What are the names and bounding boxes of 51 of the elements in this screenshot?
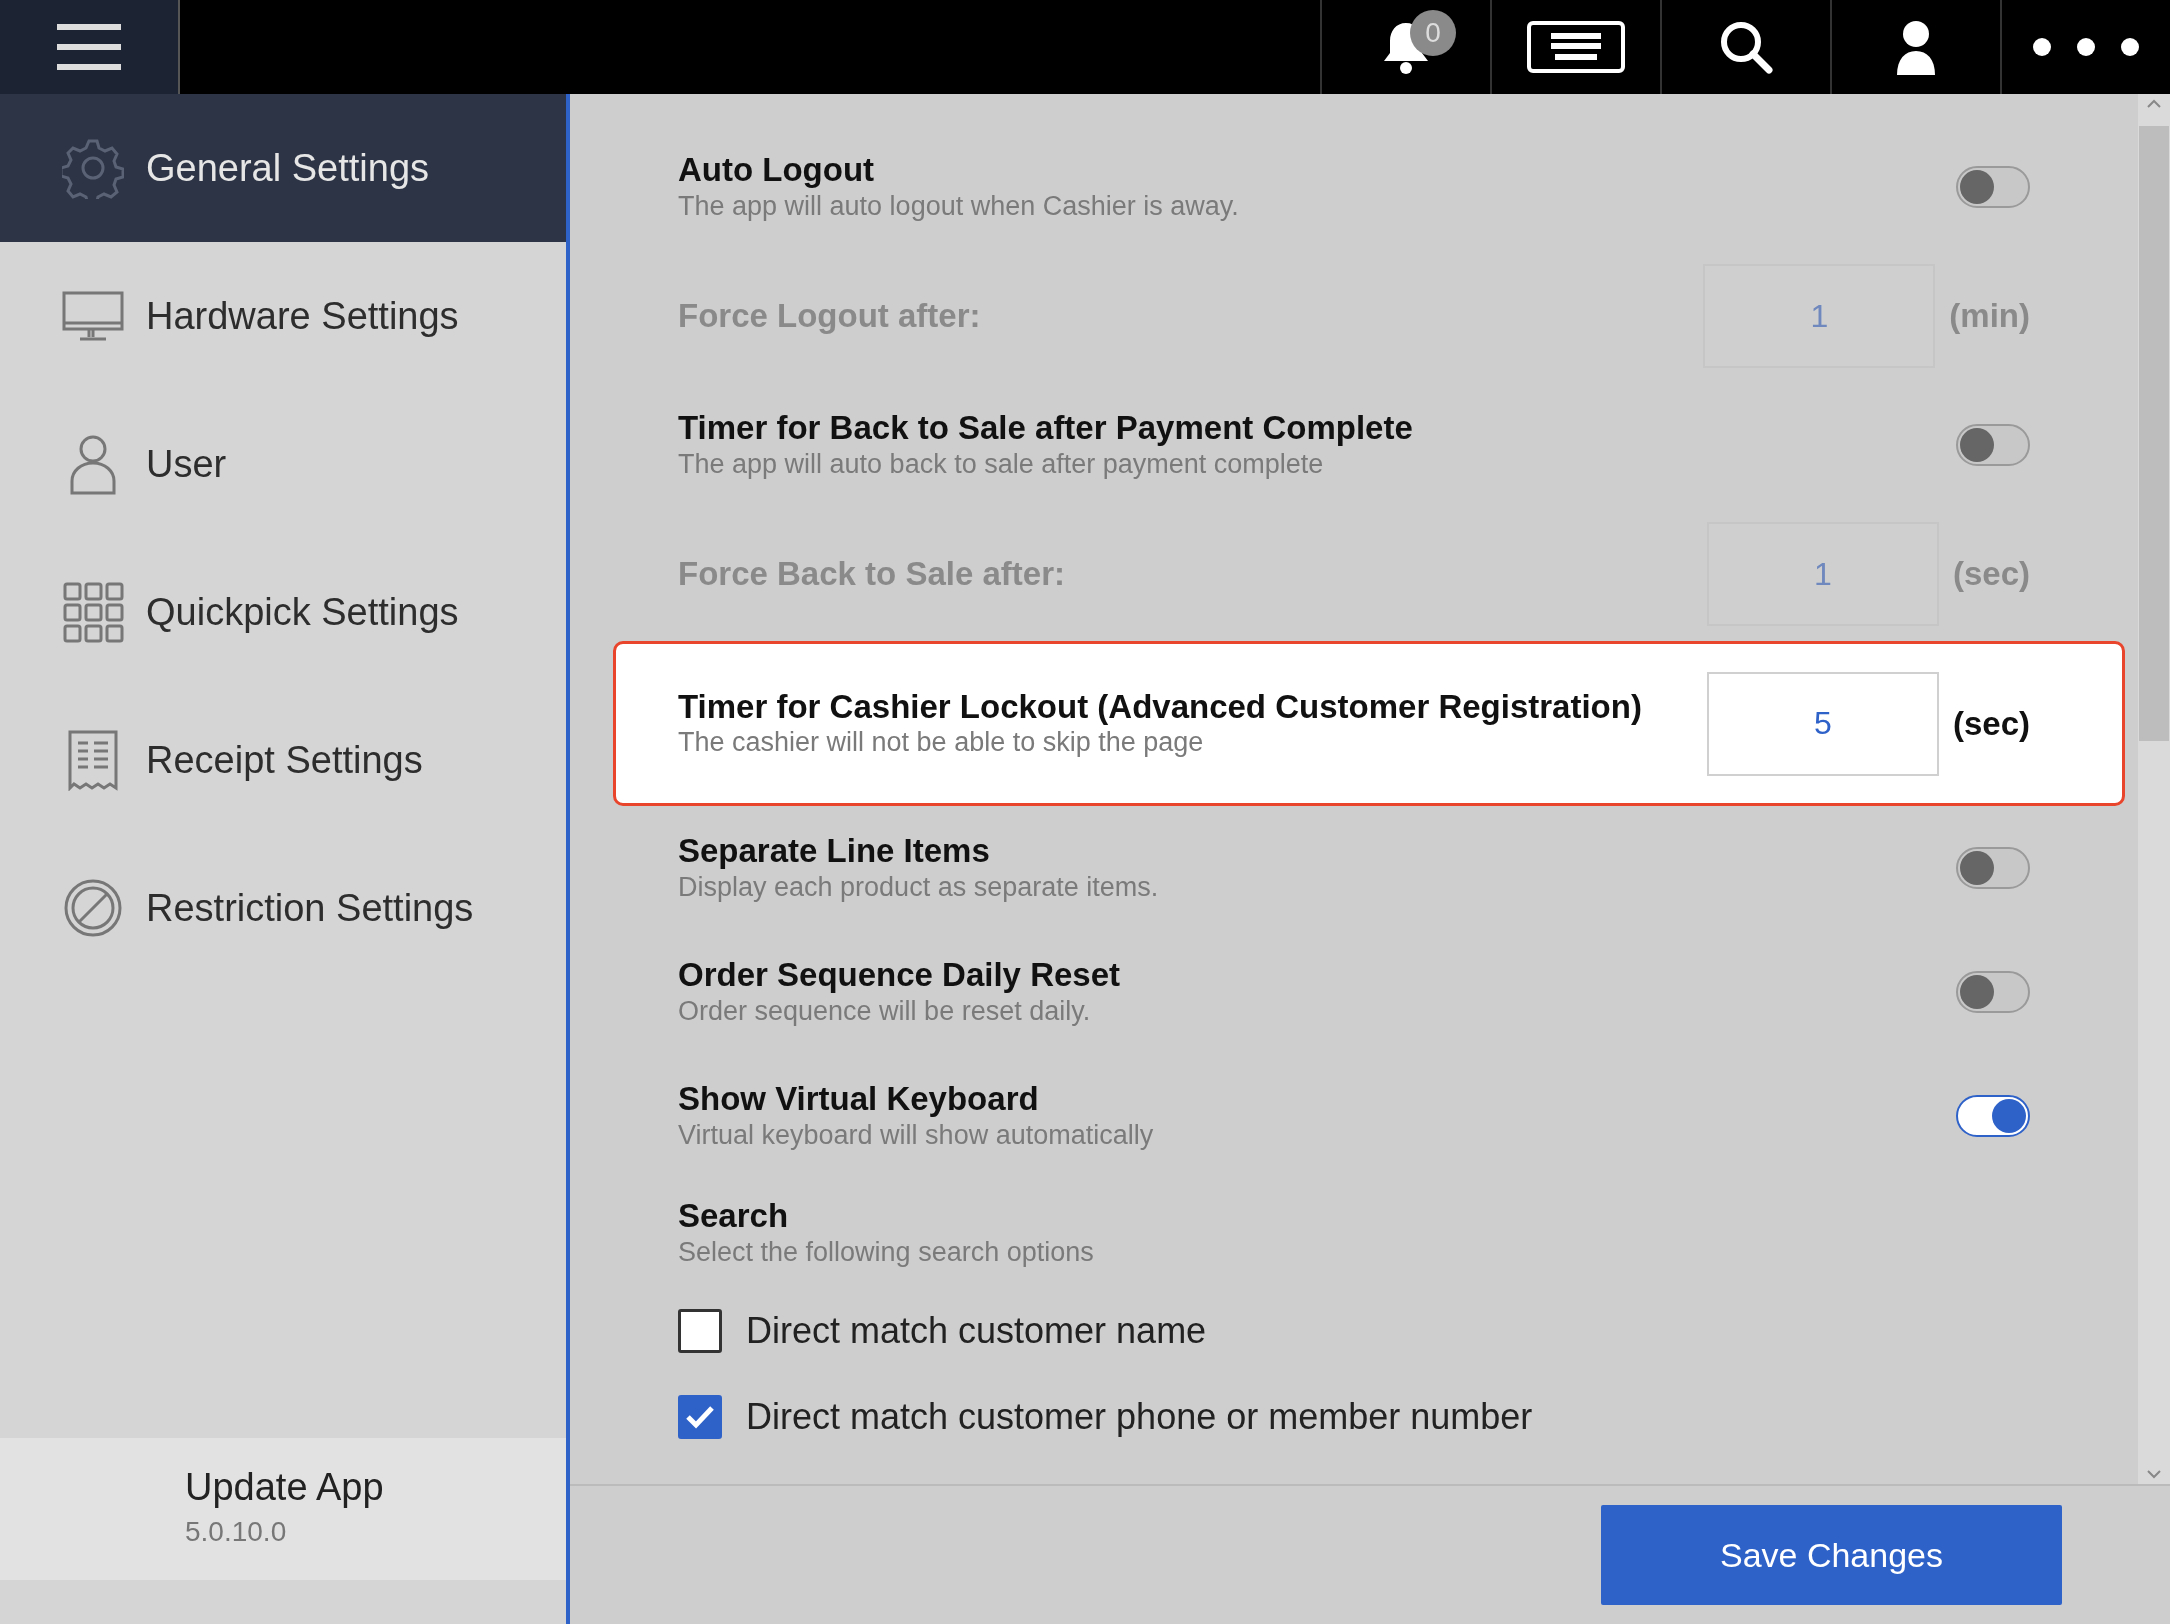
more-icon xyxy=(2032,37,2140,57)
setting-title: Force Logout after: xyxy=(678,296,982,336)
unit-label: (min) xyxy=(1949,296,2030,337)
setting-description: Display each product as separate items. xyxy=(678,870,1160,904)
number-input-field[interactable]: 5 xyxy=(1706,671,1939,776)
toggle-switch[interactable] xyxy=(1956,847,2030,889)
sidebar-item[interactable]: General Settings xyxy=(0,94,566,242)
toggle-switch[interactable] xyxy=(1956,971,2030,1013)
setting-title: Auto Logout xyxy=(678,150,876,190)
grid-icon xyxy=(62,581,124,643)
setting-title: Order Sequence Daily Reset xyxy=(678,955,1122,995)
setting-description: The app will auto logout when Cashier is away. xyxy=(678,189,1240,223)
sidebar-item[interactable]: Receipt Settings xyxy=(0,686,566,834)
search-icon xyxy=(1719,20,1773,74)
version-text: 5.0.10.0 xyxy=(185,1514,288,1549)
setting-title: Timer for Back to Sale after Payment Complete xyxy=(678,408,1414,448)
checkbox[interactable] xyxy=(678,1309,722,1353)
checkbox-label: Direct match customer phone or member number xyxy=(746,1395,1533,1439)
setting-description: Virtual keyboard will show automatically xyxy=(678,1118,1155,1152)
menu-icon xyxy=(57,22,121,72)
update-app-label: Update App xyxy=(185,1465,385,1511)
setting-title: Search xyxy=(678,1196,790,1236)
user-icon xyxy=(1895,19,1937,75)
gear-icon xyxy=(62,137,124,199)
setting-title: Force Back to Sale after: xyxy=(678,554,1066,594)
sidebar-item[interactable]: Restriction Settings xyxy=(0,834,566,982)
setting-title: Show Virtual Keyboard xyxy=(678,1079,1040,1119)
setting-description: Select the following search options xyxy=(678,1235,1095,1269)
notification-badge: 0 xyxy=(1410,10,1456,56)
sidebar-item[interactable]: Quickpick Settings xyxy=(0,538,566,686)
keyboard-icon xyxy=(1527,21,1625,73)
prohibited-icon xyxy=(62,877,124,939)
toggle-switch[interactable] xyxy=(1956,424,2030,466)
sidebar-item[interactable]: Hardware Settings xyxy=(0,242,566,390)
unit-label: (sec) xyxy=(1952,703,2030,744)
save-changes-button[interactable]: Save Changes xyxy=(1601,1505,2062,1605)
menu-button[interactable] xyxy=(0,0,180,94)
setting-description: Order sequence will be reset daily. xyxy=(678,994,1092,1028)
checkmark-icon xyxy=(685,1404,715,1430)
scrollbar[interactable] xyxy=(2138,94,2170,1484)
setting-title: Separate Line Items xyxy=(678,831,991,871)
setting-description: The app will auto back to sale after payment complete xyxy=(678,447,1325,481)
toggle-switch[interactable] xyxy=(1956,166,2030,208)
sidebar-item[interactable]: User xyxy=(0,390,566,538)
checkbox-label: Direct match customer name xyxy=(746,1309,1207,1353)
toggle-switch[interactable] xyxy=(1956,1095,2030,1137)
unit-label: (sec) xyxy=(1952,554,2030,595)
checkbox[interactable] xyxy=(678,1395,722,1439)
setting-description: The cashier will not be able to skip the page xyxy=(678,726,1205,760)
update-app-panel[interactable]: Update App 5.0.10.0 xyxy=(0,1438,566,1580)
setting-title: Timer for Cashier Lockout (Advanced Customer Registration) xyxy=(678,686,1643,727)
